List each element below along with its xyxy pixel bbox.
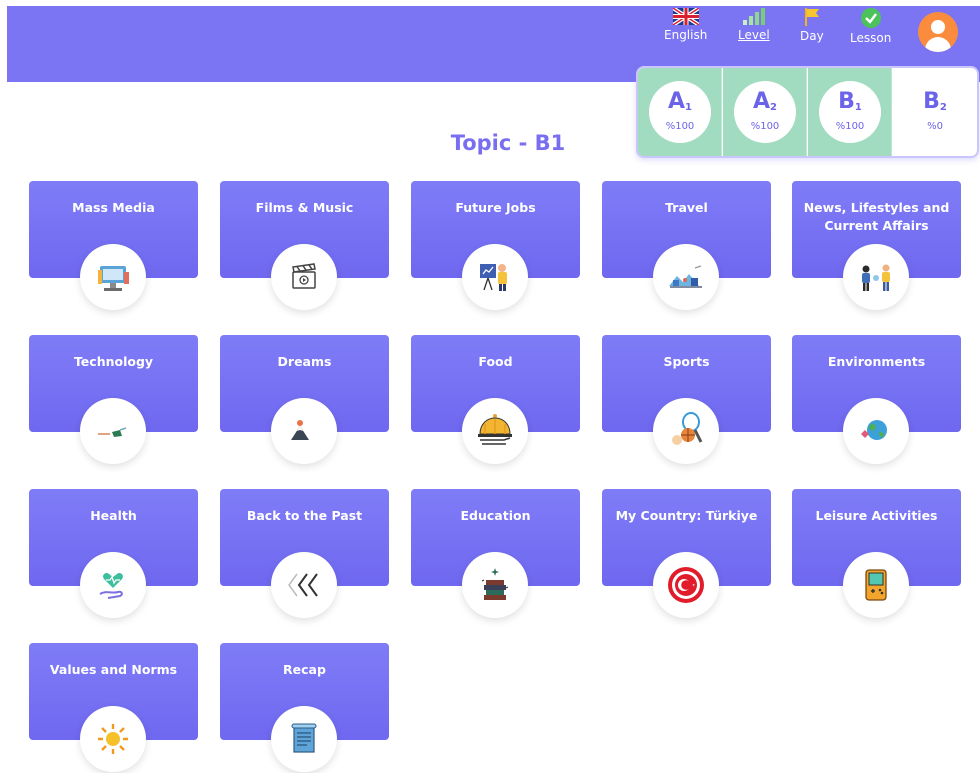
topic-title: Sports — [663, 354, 710, 369]
topic-card-leisure-activities[interactable]: Leisure Activities — [792, 489, 961, 618]
topic-card-values-norms[interactable]: Values and Norms — [29, 643, 198, 772]
topic-title: Recap — [283, 662, 326, 677]
level-a1-letter: A — [668, 89, 686, 114]
topic-title: Back to the Past — [246, 508, 363, 523]
topic-title: Travel — [665, 200, 708, 215]
level-b1-letter: B — [838, 89, 855, 114]
topic-card-dreams[interactable]: Dreams — [220, 335, 389, 464]
topic-title: Education — [460, 508, 531, 523]
food-cloche-icon — [462, 398, 528, 464]
rewind-arrows-icon — [271, 552, 337, 618]
page-title-text: Topic - B1 — [450, 131, 566, 155]
nav-level-label: Level — [738, 28, 770, 42]
level-a2-number: 2 — [770, 102, 777, 113]
clapperboard-icon — [271, 244, 337, 310]
topic-title: Technology — [73, 354, 154, 369]
topic-card-my-country[interactable]: My Country: Türkiye — [602, 489, 771, 618]
earth-icon — [843, 398, 909, 464]
topic-title: Environments — [827, 354, 926, 369]
top-edge — [0, 0, 980, 6]
moon-mountain-icon — [271, 398, 337, 464]
turkish-flag-icon — [653, 552, 719, 618]
topic-card-recap[interactable]: Recap — [220, 643, 389, 772]
topic-card-food[interactable]: Food — [411, 335, 580, 464]
people-talking-icon — [843, 244, 909, 310]
level-b2-letter: B — [923, 89, 940, 114]
heart-hand-icon — [80, 552, 146, 618]
page-title: Topic - B1 — [0, 131, 980, 155]
computer-media-icon — [80, 244, 146, 310]
game-console-icon — [843, 552, 909, 618]
topic-card-travel[interactable]: Travel — [602, 181, 771, 310]
level-b1-number: 1 — [854, 102, 862, 113]
topic-title: Future Jobs — [455, 200, 536, 215]
nav-english-label: English — [664, 28, 708, 42]
topic-title: Dreams — [277, 354, 332, 369]
topic-card-films-music[interactable]: Films & Music — [220, 181, 389, 310]
topic-title: Mass Media — [72, 200, 155, 215]
nav-lesson-label: Lesson — [850, 31, 892, 45]
nav-english[interactable]: English — [664, 8, 707, 42]
nav-level[interactable]: Level — [738, 8, 770, 42]
uk-flag-icon — [672, 8, 699, 25]
topic-title: My Country: Türkiye — [615, 508, 758, 523]
topic-title: Health — [90, 508, 137, 523]
topic-card-mass-media[interactable]: Mass Media — [29, 181, 198, 310]
topic-card-sports[interactable]: Sports — [602, 335, 771, 464]
topic-title: Films & Music — [255, 200, 354, 215]
topic-card-news-lifestyles[interactable]: News, Lifestyles and Current Affairs — [792, 181, 961, 310]
check-circle-icon — [860, 8, 881, 28]
scroll-document-icon — [271, 706, 337, 772]
sun-icon — [80, 706, 146, 772]
books-stack-icon — [462, 552, 528, 618]
nav-lesson[interactable]: Lesson — [850, 8, 891, 45]
topic-card-technology[interactable]: Technology — [29, 335, 198, 464]
topic-title: Values and Norms — [49, 662, 178, 677]
level-a1-number: 1 — [685, 102, 692, 113]
nav-day[interactable]: Day — [800, 8, 824, 43]
nav-day-label: Day — [800, 29, 824, 43]
level-a2-letter: A — [753, 89, 771, 114]
topic-card-future-jobs[interactable]: Future Jobs — [411, 181, 580, 310]
signal-bars-icon — [742, 8, 765, 25]
sports-balls-icon — [653, 398, 719, 464]
topic-card-health[interactable]: Health — [29, 489, 198, 618]
topic-card-back-to-the-past[interactable]: Back to the Past — [220, 489, 389, 618]
user-avatar-icon[interactable] — [918, 12, 958, 52]
flag-icon — [804, 8, 819, 26]
presenter-icon — [462, 244, 528, 310]
travel-scene-icon — [653, 244, 719, 310]
topic-title: News, Lifestyles and Current Affairs — [803, 200, 950, 233]
topic-title: Food — [478, 354, 513, 369]
topic-card-education[interactable]: Education — [411, 489, 580, 618]
topic-title: Leisure Activities — [815, 508, 938, 523]
robot-hand-icon — [80, 398, 146, 464]
topic-card-environments[interactable]: Environments — [792, 335, 961, 464]
level-b2-number: 2 — [939, 102, 947, 113]
